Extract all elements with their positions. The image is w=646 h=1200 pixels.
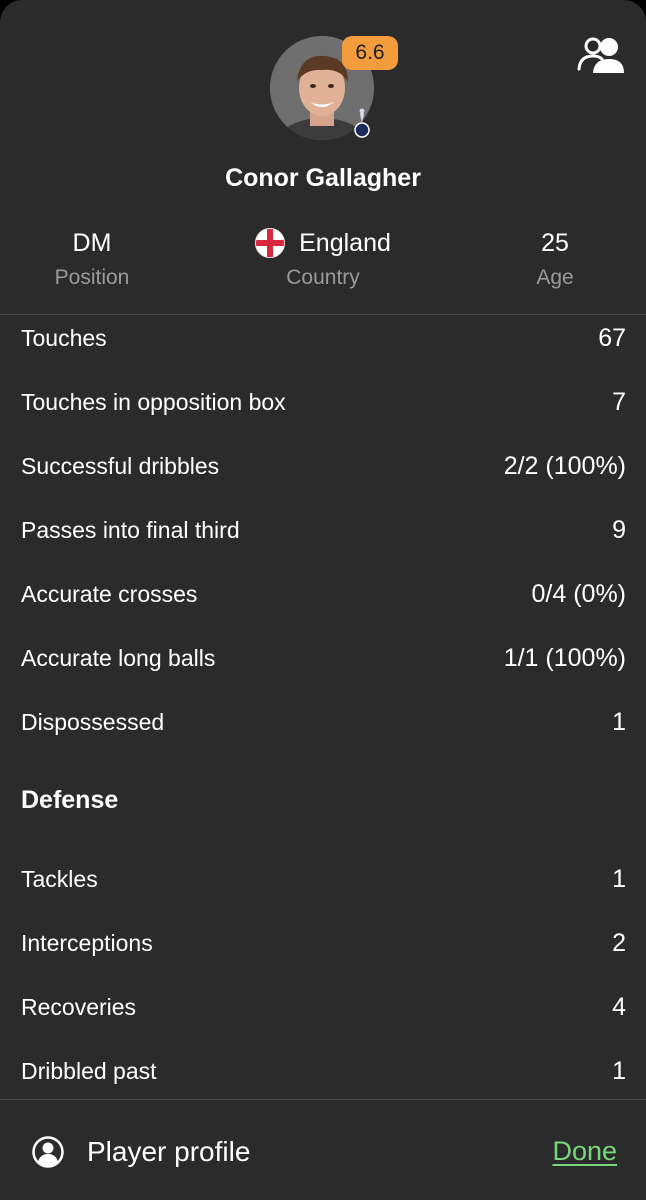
stat-value: 1 xyxy=(612,707,626,736)
stat-label: Interceptions xyxy=(21,929,153,956)
player-name: Conor Gallagher xyxy=(225,164,421,192)
section-title-defense: Defense xyxy=(21,786,119,814)
stat-label: Tackles xyxy=(21,865,98,892)
stat-label: Accurate long balls xyxy=(21,644,216,671)
stat-label: Touches in opposition box xyxy=(21,388,286,415)
age-value: 25 xyxy=(541,229,569,257)
stat-value: 9 xyxy=(612,515,626,544)
stat-label: Dribbled past xyxy=(21,1057,157,1084)
stat-value: 1 xyxy=(612,864,626,893)
country-info: England Country xyxy=(223,228,423,290)
stat-value: 1 xyxy=(612,1056,626,1085)
stat-row-successful-dribbles: Successful dribbles 2/2 (100%) xyxy=(21,446,626,486)
country-value: England xyxy=(299,229,391,257)
stat-value: 67 xyxy=(598,323,626,352)
stat-label: Successful dribbles xyxy=(21,452,220,479)
position-label: Position xyxy=(54,266,130,289)
stat-row-dispossessed: Dispossessed 1 xyxy=(21,702,626,742)
player-stats-sheet: 6.6 Conor Gallagher DM Position England … xyxy=(0,0,646,1200)
stat-value: 2/2 (100%) xyxy=(503,451,626,480)
stat-row-accurate-long-balls: Accurate long balls 1/1 (100%) xyxy=(21,638,626,678)
england-flag-icon xyxy=(255,228,286,258)
stat-row-interceptions: Interceptions 2 xyxy=(21,923,626,963)
stat-value: 4 xyxy=(612,992,626,1021)
stat-row-tackles: Tackles 1 xyxy=(21,859,626,899)
stat-value: 2 xyxy=(612,928,626,957)
stat-value: 0/4 (0%) xyxy=(531,579,626,608)
stat-label: Touches xyxy=(21,324,107,351)
header-divider xyxy=(0,314,646,315)
done-button[interactable]: Done xyxy=(552,1136,617,1167)
position-value: DM xyxy=(72,229,112,257)
stat-value: 1/1 (100%) xyxy=(503,643,626,672)
player-avatar-group: 6.6 xyxy=(270,36,398,144)
stat-label: Recoveries xyxy=(21,993,137,1020)
player-profile-icon[interactable] xyxy=(32,1136,64,1168)
stat-row-touches: Touches 67 xyxy=(21,318,626,358)
stat-label: Dispossessed xyxy=(21,708,165,735)
stat-row-passes-final-third: Passes into final third 9 xyxy=(21,510,626,550)
stat-value: 7 xyxy=(612,387,626,416)
stat-row-accurate-crosses: Accurate crosses 0/4 (0%) xyxy=(21,574,626,614)
stat-row-touches-opp-box: Touches in opposition box 7 xyxy=(21,382,626,422)
player-profile-button[interactable]: Player profile xyxy=(87,1136,250,1168)
stat-row-recoveries: Recoveries 4 xyxy=(21,987,626,1027)
player-header: 6.6 Conor Gallagher DM Position England … xyxy=(0,0,646,315)
stat-label: Accurate crosses xyxy=(21,580,198,607)
footer-bar: Player profile Done xyxy=(0,1100,646,1200)
stat-row-dribbled-past: Dribbled past 1 xyxy=(21,1051,626,1091)
stat-label: Passes into final third xyxy=(21,516,240,543)
position-info: DM Position xyxy=(0,228,192,290)
age-info: 25 Age xyxy=(455,228,646,290)
club-crest-icon xyxy=(350,106,374,140)
age-label: Age xyxy=(536,266,574,289)
country-label: Country xyxy=(286,266,360,289)
rating-badge: 6.6 xyxy=(342,36,398,70)
people-icon[interactable] xyxy=(577,36,625,74)
